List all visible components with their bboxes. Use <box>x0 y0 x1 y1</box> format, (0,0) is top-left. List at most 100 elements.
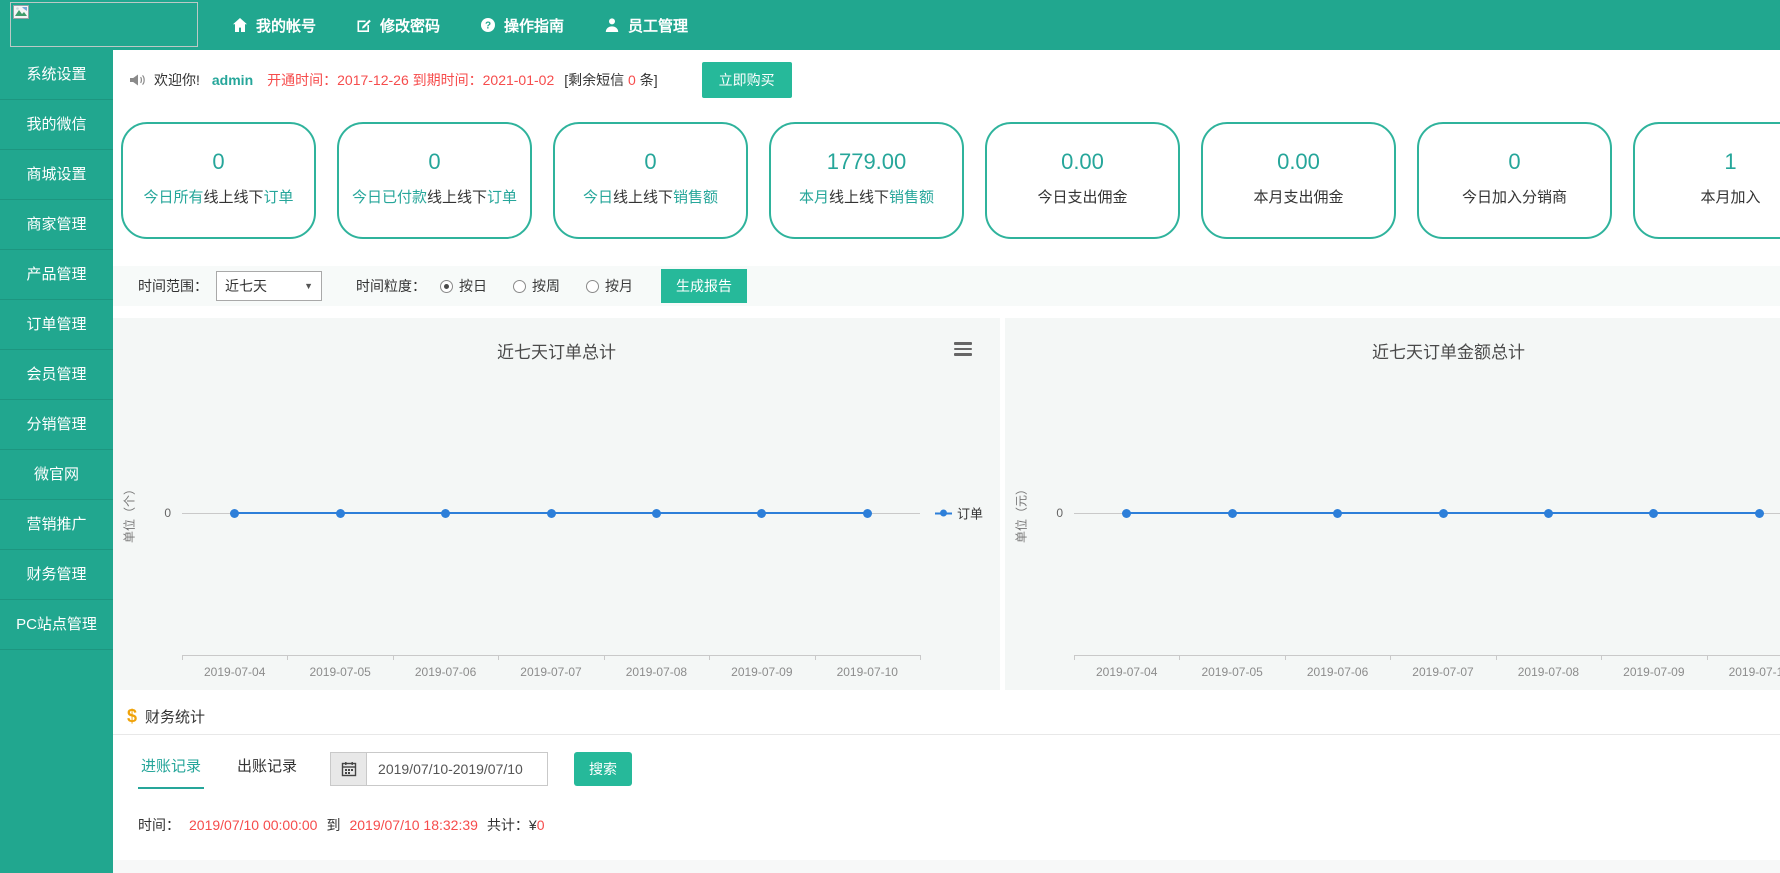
account-period: 开通时间：2017-12-26 到期时间：2021-01-02 <box>267 70 554 90</box>
x-axis-tick <box>920 655 921 660</box>
x-axis-label: 2019-07-07 <box>520 665 581 679</box>
buy-now-button[interactable]: 立即购买 <box>702 62 792 98</box>
x-axis-label: 2019-07-10 <box>837 665 898 679</box>
sms-remaining: [剩余短信 0 条] <box>564 70 657 90</box>
menu-item-label: 修改密码 <box>380 15 440 36</box>
sidebar-item-5[interactable]: 订单管理 <box>0 300 113 350</box>
generate-report-button[interactable]: 生成报告 <box>661 269 747 303</box>
x-axis-label: 2019-07-09 <box>1623 665 1684 679</box>
svg-text:?: ? <box>485 21 491 32</box>
search-button[interactable]: 搜索 <box>574 752 632 786</box>
sidebar-item-11[interactable]: PC站点管理 <box>0 600 113 650</box>
menu-item-label: 员工管理 <box>628 15 688 36</box>
chart-menu-icon[interactable] <box>954 342 972 359</box>
x-axis-tick <box>393 655 394 660</box>
time-range-value: 近七天 <box>225 276 304 296</box>
radio-label: 按月 <box>605 276 633 296</box>
menu-item-change-password[interactable]: 修改密码 <box>356 15 440 36</box>
stat-label: 本月加入 <box>1635 186 1780 207</box>
legend-marker-icon <box>935 512 952 514</box>
chevron-down-icon: ▼ <box>304 281 313 291</box>
x-axis-tick <box>1496 655 1497 660</box>
radio-button[interactable] <box>440 280 453 293</box>
granularity-option-by-month[interactable]: 按月 <box>586 276 633 296</box>
stat-label: 本月支出佣金 <box>1203 186 1394 207</box>
x-axis-tick <box>1390 655 1391 660</box>
stat-card: 1779.00 本月线上线下销售额 <box>769 122 964 239</box>
data-point <box>1544 509 1553 518</box>
chart-legend[interactable]: 订单 <box>935 504 983 523</box>
sidebar-item-3[interactable]: 商家管理 <box>0 200 113 250</box>
x-axis-label: 2019-07-05 <box>309 665 370 679</box>
x-axis-label: 2019-07-04 <box>204 665 265 679</box>
y-axis-tick: 0 <box>151 506 171 520</box>
sidebar-item-4[interactable]: 产品管理 <box>0 250 113 300</box>
y-axis-tick: 0 <box>1043 506 1063 520</box>
x-axis-line <box>182 655 920 656</box>
stat-card: 0今日线上线下销售额 <box>553 122 748 239</box>
time-range-select[interactable]: 近七天 ▼ <box>216 271 322 301</box>
data-point <box>757 509 766 518</box>
date-range-input[interactable] <box>367 753 547 785</box>
speaker-icon <box>129 72 146 88</box>
menu-item-my-account[interactable]: 我的帐号 <box>232 15 316 36</box>
x-axis-tick <box>182 655 183 660</box>
data-point <box>652 509 661 518</box>
x-axis-tick <box>498 655 499 660</box>
time-range-label: 时间范围： <box>138 276 208 296</box>
data-point <box>1333 509 1342 518</box>
stat-value: 1779.00 <box>771 149 962 175</box>
data-point <box>1122 509 1131 518</box>
radio-button[interactable] <box>586 280 599 293</box>
stat-label: 今日所有线上线下订单 <box>123 186 314 207</box>
question-icon: ? <box>480 17 496 33</box>
stat-label: 本月线上线下销售额 <box>771 186 962 207</box>
data-point <box>441 509 450 518</box>
topbar-menu: 我的帐号 修改密码 ?操作指南 员工管理 <box>232 0 688 50</box>
calendar-icon-button[interactable] <box>331 753 367 785</box>
tab-expense-records[interactable]: 出账记录 <box>234 749 300 789</box>
sidebar-item-0[interactable]: 系统设置 <box>0 50 113 100</box>
x-axis-label: 2019-07-08 <box>1518 665 1579 679</box>
sidebar-item-1[interactable]: 我的微信 <box>0 100 113 150</box>
stat-value: 0 <box>555 149 746 175</box>
dashboard-page: { "colors": { "primary": "#21a78f", "acc… <box>0 0 1780 873</box>
chart-panel-orders: 近七天订单总计单位（个）02019-07-042019-07-052019-07… <box>113 318 1000 690</box>
stat-value: 0 <box>123 149 314 175</box>
stat-label: 今日已付款线上线下订单 <box>339 186 530 207</box>
staff-icon <box>604 17 620 33</box>
radio-label: 按周 <box>532 276 560 296</box>
x-axis-tick <box>1601 655 1602 660</box>
data-point <box>336 509 345 518</box>
x-axis-label: 2019-07-04 <box>1096 665 1157 679</box>
data-point <box>230 509 239 518</box>
sidebar-item-8[interactable]: 微官网 <box>0 450 113 500</box>
data-point <box>1439 509 1448 518</box>
records-table-header: #订单号单价状态时间详情 <box>113 860 1780 873</box>
x-axis-tick <box>1074 655 1075 660</box>
legend-label: 订单 <box>957 504 983 523</box>
dollar-icon: $ <box>127 706 137 727</box>
x-axis-label: 2019-07-06 <box>415 665 476 679</box>
sidebar-item-6[interactable]: 会员管理 <box>0 350 113 400</box>
logo-placeholder[interactable] <box>10 2 198 47</box>
stat-value: 0 <box>1419 149 1610 175</box>
sidebar-item-10[interactable]: 财务管理 <box>0 550 113 600</box>
menu-item-staff-management[interactable]: 员工管理 <box>604 15 688 36</box>
broken-image-icon <box>13 5 29 19</box>
calendar-icon <box>341 761 357 777</box>
menu-item-guide[interactable]: ?操作指南 <box>480 15 564 36</box>
stat-card: 0今日已付款线上线下订单 <box>337 122 532 239</box>
x-axis-tick <box>287 655 288 660</box>
filter-row: 时间范围： 近七天 ▼ 时间粒度： 按日按周按月 生成报告 <box>113 266 1780 306</box>
granularity-option-by-day[interactable]: 按日 <box>440 276 487 296</box>
sidebar-item-9[interactable]: 营销推广 <box>0 500 113 550</box>
x-axis-tick <box>604 655 605 660</box>
sidebar-item-2[interactable]: 商城设置 <box>0 150 113 200</box>
sidebar-item-7[interactable]: 分销管理 <box>0 400 113 450</box>
radio-button[interactable] <box>513 280 526 293</box>
welcome-bar: 欢迎你! admin 开通时间：2017-12-26 到期时间：2021-01-… <box>113 50 1780 110</box>
y-axis-title: 单位（个） <box>121 483 138 543</box>
granularity-option-by-week[interactable]: 按周 <box>513 276 560 296</box>
tab-income-records[interactable]: 进账记录 <box>138 749 204 789</box>
